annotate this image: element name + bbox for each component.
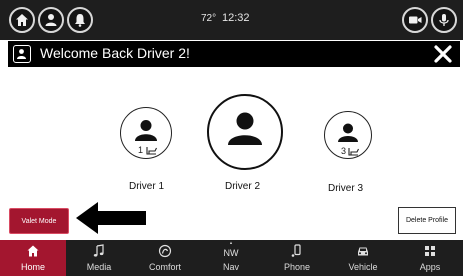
notifications-button[interactable] <box>67 7 93 33</box>
clock: 12:32 <box>222 12 250 24</box>
compass-icon <box>230 241 232 244</box>
voice-button[interactable] <box>431 7 457 33</box>
nav-media[interactable]: Media <box>66 240 132 276</box>
driver-3-avatar[interactable]: 3 <box>324 111 372 159</box>
nav-phone[interactable]: Phone <box>264 240 330 276</box>
seat-memory-icon <box>146 147 157 155</box>
driver-1-label: Driver 1 <box>129 181 165 192</box>
home-shortcut-button[interactable] <box>9 7 35 33</box>
nav-label: Nav <box>222 262 239 272</box>
welcome-title: Welcome Back Driver 2! <box>40 45 190 61</box>
profile-button[interactable] <box>38 7 64 33</box>
left-arrow-icon <box>76 202 146 234</box>
seat-number: 1 <box>138 145 144 155</box>
outside-temperature: 72° <box>201 13 217 24</box>
camera-icon <box>409 16 422 24</box>
seat-number: 3 <box>341 146 347 156</box>
nav-label: Phone <box>283 262 311 272</box>
nav-nav[interactable]: NW Nav <box>198 240 264 276</box>
driver-3-label: Driver 3 <box>328 183 364 194</box>
status-bar: 72° 12:32 <box>0 0 463 40</box>
person-icon <box>228 112 262 145</box>
driver-2-label: Driver 2 <box>225 181 261 192</box>
nav-label: Vehicle <box>348 262 378 272</box>
notification-bell-icon <box>75 14 85 27</box>
bottom-nav: Home Media Comfort NW Nav Phone Vehicle … <box>0 240 463 276</box>
home-icon <box>27 245 39 257</box>
compass-heading: NW <box>223 248 239 258</box>
nav-home[interactable]: Home <box>0 240 66 276</box>
apps-grid-icon <box>425 246 435 256</box>
profile-icon <box>45 14 57 26</box>
phone-icon <box>291 244 301 257</box>
home-icon <box>16 14 28 26</box>
comfort-icon <box>158 244 172 258</box>
nav-label: Home <box>20 262 45 272</box>
camera-button[interactable] <box>402 7 428 33</box>
profile-icon <box>17 49 26 59</box>
close-icon[interactable] <box>432 43 454 65</box>
nav-apps[interactable]: Apps <box>397 240 463 276</box>
nav-vehicle[interactable]: Vehicle <box>330 240 396 276</box>
driver-2-avatar[interactable] <box>207 94 283 170</box>
car-icon <box>358 247 368 256</box>
music-note-icon <box>93 244 104 257</box>
microphone-icon <box>439 14 449 26</box>
nav-comfort[interactable]: Comfort <box>132 240 198 276</box>
profile-header: Welcome Back Driver 2! <box>8 41 460 67</box>
seat-memory-icon <box>348 148 359 156</box>
nav-label: Comfort <box>148 262 181 272</box>
delete-profile-button[interactable]: Delete Profile <box>398 207 456 234</box>
profile-screen: 72° 12:32 Welcome Back Driver 2! 1 Drive… <box>0 0 463 276</box>
driver-1-avatar[interactable]: 1 <box>120 107 172 159</box>
nav-label: Media <box>86 262 112 272</box>
valet-mode-button[interactable]: Valet Mode <box>9 208 69 234</box>
nav-label: Apps <box>419 262 441 272</box>
profile-avatar <box>13 45 31 63</box>
